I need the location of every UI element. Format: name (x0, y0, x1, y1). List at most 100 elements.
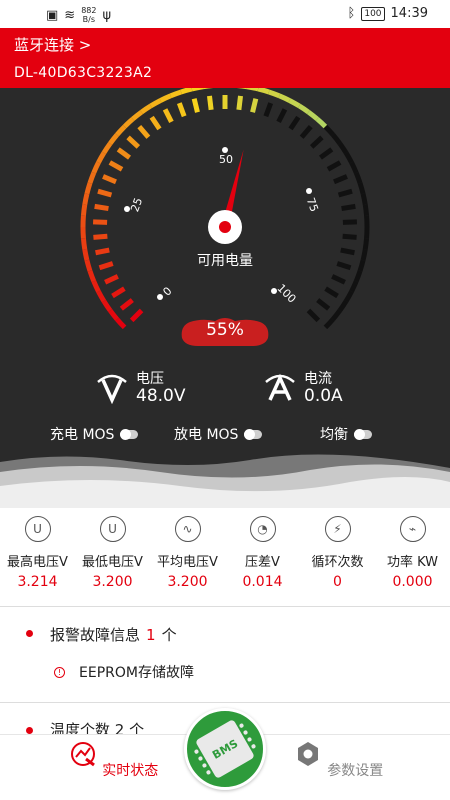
realtime-status-icon (70, 742, 95, 767)
gauge-arc-segment (315, 117, 328, 129)
discharge-mos-toggle[interactable]: 放电 MOS (174, 424, 263, 444)
current-metric: 电流 0.0A (262, 368, 343, 408)
gauge-tick (149, 115, 162, 131)
gauge-arc-segment (343, 290, 354, 303)
gauge-arc-segment (331, 308, 342, 321)
stat-value: 3.214 (17, 574, 58, 590)
gauge-arc-segment (115, 124, 127, 137)
gauge-arc-segment (91, 280, 101, 293)
temperature-bullet (26, 727, 33, 734)
charge-mos-switch[interactable] (120, 428, 139, 440)
dashboard-panel: 0 25 50 75 100 可用电量 55% 电压 48.0V 电流 0.0A… (0, 88, 450, 508)
gauge-dot-0 (157, 294, 163, 300)
gauge-tick (306, 308, 321, 323)
tab-realtime-label: 实时状态 (102, 763, 159, 779)
avg-voltage-icon: ∿ (174, 516, 201, 542)
stat-label: 最高电压V (7, 555, 68, 570)
battery-gauge: 0 25 50 75 100 (80, 88, 370, 330)
stat-label: 平均电压V (157, 555, 218, 570)
balance-switch[interactable] (354, 428, 372, 440)
gauge-tick (162, 108, 174, 123)
stat-label: 循环次数 (311, 555, 364, 570)
gauge-tick (97, 188, 113, 198)
voltage-value: 48.0V (136, 386, 186, 406)
gauge-arc-segment (288, 98, 301, 109)
gauge-arc-segment (297, 103, 310, 115)
gauge-tick (250, 98, 259, 113)
gauge-tick (342, 219, 357, 225)
network-speed-value: 882 (81, 6, 97, 15)
alarm-count: 1 (146, 626, 156, 644)
gauge-arc-segment (257, 88, 270, 95)
tab-realtime-status[interactable]: 实时状态 (53, 739, 173, 780)
gauge-tick (98, 261, 114, 271)
charge-mos-toggle[interactable]: 充电 MOS (50, 424, 139, 444)
gauge-tick (191, 98, 200, 113)
gauge-tick (119, 298, 134, 311)
gauge-arc-segment (323, 317, 335, 330)
battery-percent: 55% (206, 320, 244, 340)
gauge-arc-segment (115, 317, 127, 330)
gauge-arc-segment (357, 182, 366, 195)
gauge-tick (331, 274, 346, 285)
gauge-arc-segment (140, 103, 153, 115)
voltage-label: 电压 (136, 371, 164, 387)
wifi-icon: ≋ (64, 7, 76, 23)
bms-label: BMS (209, 736, 241, 762)
gauge-label-75: 75 (304, 196, 321, 214)
balance-toggle[interactable]: 均衡 (320, 424, 372, 444)
gauge-arc-segment (180, 88, 193, 95)
alarm-title-text: 报警故障信息 (50, 626, 141, 644)
stat-value: 3.200 (167, 574, 208, 590)
stat-min-voltage: U 最低电压V 3.200 (75, 516, 150, 590)
gauge-tick (93, 219, 108, 225)
gauge-tick (326, 160, 342, 172)
gauge-arc-segment (87, 270, 97, 283)
gauge-arc-segment (159, 93, 172, 103)
gauge-tick (333, 174, 348, 185)
gauge-tick (93, 233, 108, 240)
stat-value: 0.014 (242, 574, 283, 590)
gauge-tick (102, 174, 117, 185)
gauge-tick (276, 108, 288, 123)
stat-label: 最低电压V (82, 555, 143, 570)
status-time: 14:39 (390, 6, 428, 21)
gauge-arc-segment (82, 248, 90, 261)
gauge-arc-segment (353, 171, 363, 184)
gauge-tick (129, 308, 144, 323)
gauge-tick (318, 147, 334, 160)
gauge-tick (137, 125, 151, 139)
bms-center-button[interactable]: BMS (184, 708, 266, 790)
stats-row: U 最高电压V 3.214 U 最低电压V 3.200 ∿ 平均电压V 3.20… (0, 508, 450, 606)
gauge-tick (104, 274, 119, 285)
gauge-arc-segment (331, 133, 342, 146)
gauge-arc-segment (362, 237, 370, 250)
stat-value: 0 (333, 574, 342, 590)
gauge-tick (236, 95, 243, 111)
max-voltage-icon: U (24, 516, 51, 542)
gauge-tick (94, 203, 109, 212)
discharge-mos-switch[interactable] (244, 428, 263, 440)
gauge-arc-segment (349, 161, 359, 174)
gauge-arc-segment (343, 151, 354, 164)
alarm-section: 报警故障信息 1 个 ! EEPROM存储故障 (0, 607, 450, 702)
gauge-arc-segment (362, 204, 370, 217)
gauge-hub-center (219, 221, 231, 233)
gauge-arc-segment (84, 259, 93, 272)
alarm-bullet (26, 630, 33, 637)
gauge-tick (309, 135, 324, 149)
gauge-label-100: 100 (274, 282, 298, 306)
bluetooth-connect-link[interactable]: 蓝牙连接 > (14, 34, 91, 55)
alarm-item-text: EEPROM存储故障 (79, 665, 194, 681)
tab-settings-label: 参数设置 (327, 763, 384, 779)
gauge-dot-25 (124, 206, 130, 212)
gauge-arc-segment (268, 89, 281, 99)
balance-label: 均衡 (320, 427, 348, 443)
stat-cycle-count: ⚡ 循环次数 0 (300, 516, 375, 590)
current-value: 0.0A (304, 386, 343, 406)
voltage-diff-icon: ◔ (249, 516, 276, 542)
gauge-label: 可用电量 (197, 253, 253, 269)
gauge-arc-segment (360, 193, 368, 206)
tab-parameter-settings[interactable]: 参数设置 (278, 739, 398, 780)
discharge-mos-label: 放电 MOS (174, 427, 239, 443)
